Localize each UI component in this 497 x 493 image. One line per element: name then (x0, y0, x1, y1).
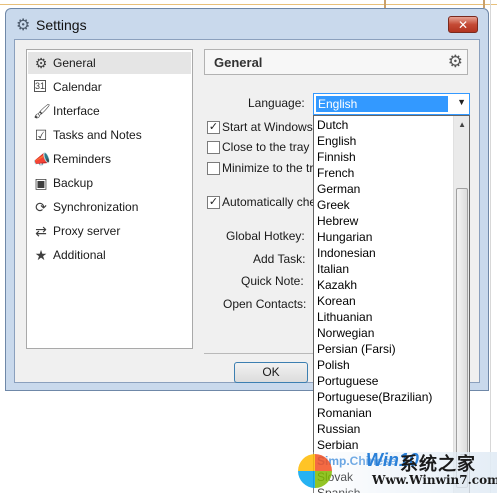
sidebar-item-label: Interface (53, 104, 100, 118)
background-edge (490, 0, 491, 493)
sidebar-item-label: General (53, 56, 96, 70)
close-to-tray-checkbox[interactable] (207, 141, 220, 154)
language-label: Language: (248, 96, 305, 110)
checkbox-icon: ☑ (34, 127, 48, 143)
chevron-down-icon[interactable]: ▼ (457, 97, 466, 107)
calendar-icon: 31 (34, 80, 46, 92)
sidebar-item-general[interactable]: ⚙ General (28, 52, 191, 74)
language-option[interactable]: Serbian (317, 438, 358, 452)
scrollbar-thumb[interactable]: ≡ (456, 188, 468, 488)
close-to-tray-label: Close to the tray (222, 140, 310, 154)
sidebar-item-tasks-and-notes[interactable]: ☑ Tasks and Notes (28, 124, 191, 146)
language-option[interactable]: French (317, 166, 354, 180)
sidebar-item-label: Synchronization (53, 200, 139, 214)
open-contacts-label: Open Contacts: (223, 297, 307, 311)
sidebar-item-interface[interactable]: 🖌 Interface (28, 100, 191, 122)
start-at-windows-label: Start at Windows (222, 120, 313, 134)
language-selected-value: English (316, 96, 448, 112)
dropdown-scrollbar[interactable]: ▲ ≡ (453, 116, 469, 493)
section-header: General ⚙ (204, 49, 468, 75)
auto-check-checkbox[interactable]: ✓ (207, 196, 220, 209)
language-dropdown-list[interactable]: Dutch English Finnish French German Greek Hebr… (313, 115, 470, 493)
background-mark (483, 0, 485, 8)
language-select[interactable]: English ▼ (313, 93, 470, 115)
scroll-up-icon[interactable]: ▲ (458, 120, 466, 129)
minimize-to-tray-checkbox[interactable] (207, 162, 220, 175)
language-option[interactable]: Indonesian (317, 246, 376, 260)
sidebar-item-label: Calendar (53, 80, 102, 94)
sidebar-item-calendar[interactable]: 31 Calendar (28, 76, 191, 98)
sidebar-item-label: Backup (53, 176, 94, 190)
watermark-url: Www.Winwin7.com (372, 473, 497, 487)
minimize-to-tray-label: Minimize to the tr (222, 161, 314, 175)
gear-icon[interactable]: ⚙ (448, 52, 463, 72)
language-option[interactable]: Portuguese(Brazilian) (317, 390, 432, 404)
section-title: General (214, 55, 263, 70)
language-option[interactable]: Polish (317, 358, 350, 372)
gear-icon: ⚙ (16, 17, 31, 34)
sidebar-item-proxy-server[interactable]: ⇄ Proxy server (28, 220, 191, 242)
language-option[interactable]: Lithuanian (317, 310, 372, 324)
language-option[interactable]: German (317, 182, 360, 196)
language-option[interactable]: English (317, 134, 356, 148)
sidebar-item-additional[interactable]: ★ Additional (28, 244, 191, 266)
sync-icon: ⟳ (35, 199, 47, 215)
sidebar-item-reminders[interactable]: 📣 Reminders (28, 148, 191, 170)
sidebar-item-label: Additional (53, 248, 106, 262)
language-option[interactable]: Norwegian (317, 326, 374, 340)
backup-icon: ▣ (34, 175, 48, 191)
star-icon: ★ (34, 247, 48, 263)
language-option[interactable]: Hebrew (317, 214, 358, 228)
sidebar-item-backup[interactable]: ▣ Backup (28, 172, 191, 194)
ok-button[interactable]: OK (234, 362, 308, 383)
language-option[interactable]: Hungarian (317, 230, 372, 244)
add-task-label: Add Task: (253, 252, 306, 266)
windows-logo-icon (298, 454, 332, 488)
language-option[interactable]: Korean (317, 294, 356, 308)
background-mark (384, 0, 386, 8)
language-option[interactable]: Persian (Farsi) (317, 342, 396, 356)
title-bar[interactable]: ⚙ Settings ✕ (6, 9, 488, 39)
sidebar-item-label: Tasks and Notes (53, 128, 142, 142)
global-hotkey-label: Global Hotkey: (226, 229, 305, 243)
language-option[interactable]: Italian (317, 262, 349, 276)
language-option[interactable]: Kazakh (317, 278, 357, 292)
sidebar-item-label: Reminders (53, 152, 112, 166)
sidebar-item-label: Proxy server (53, 224, 121, 238)
auto-check-label: Automatically che (222, 195, 317, 209)
megaphone-icon: 📣 (33, 151, 51, 167)
language-option[interactable]: Portuguese (317, 374, 378, 388)
language-option[interactable]: Russian (317, 422, 360, 436)
quick-note-label: Quick Note: (241, 274, 304, 288)
sidebar-item-synchronization[interactable]: ⟳ Synchronization (28, 196, 191, 218)
window-title: Settings (36, 17, 87, 33)
language-option[interactable]: Finnish (317, 150, 356, 164)
language-option[interactable]: Romanian (317, 406, 372, 420)
start-at-windows-checkbox[interactable]: ✓ (207, 121, 220, 134)
background-line (0, 4, 497, 5)
brush-icon: 🖌 (33, 103, 51, 119)
settings-sidebar: ⚙ General 31 Calendar 🖌 Interface ☑ Task… (26, 49, 193, 349)
proxy-icon: ⇄ (35, 223, 47, 239)
language-option[interactable]: Dutch (317, 118, 348, 132)
close-button[interactable]: ✕ (448, 16, 478, 33)
gear-icon: ⚙ (34, 55, 48, 71)
language-option[interactable]: Greek (317, 198, 350, 212)
